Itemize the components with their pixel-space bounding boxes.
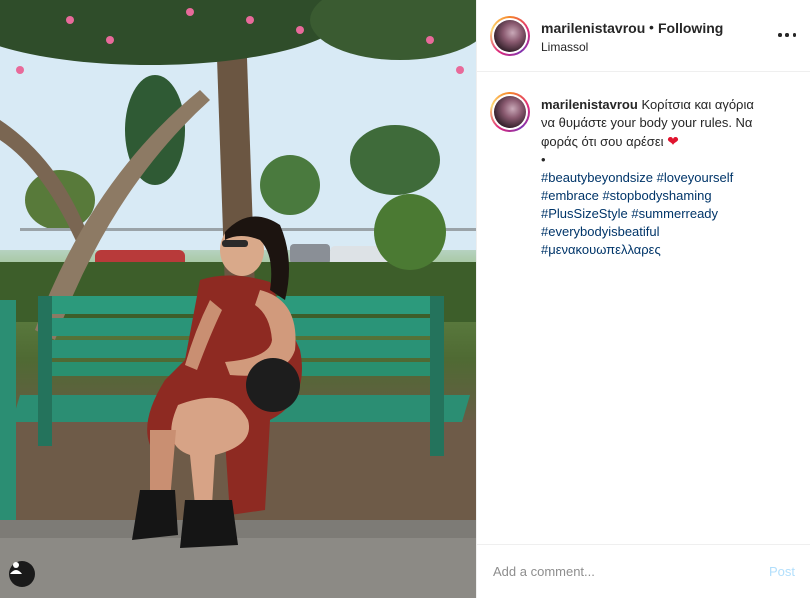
caption-text-3: φοράς ότι σου αρέσει (541, 134, 668, 149)
avatar-inner (492, 94, 528, 130)
person-glyph (10, 562, 22, 574)
hashtag-link[interactable]: #stopbodyshaming (602, 188, 711, 203)
hashtag-line: #beautybeyondsize #loveyourself (541, 169, 793, 187)
caption-text-1: Κορίτσια και αγόρια (637, 97, 754, 112)
hashtag-line: #embrace #stopbodyshaming (541, 187, 793, 205)
user-tag-icon[interactable] (9, 561, 35, 587)
more-options-icon[interactable] (778, 27, 796, 43)
hashtag-line: #everybodyisbeatiful (541, 223, 793, 241)
header-username[interactable]: marilenistavrou (541, 20, 645, 36)
more-dot (792, 33, 796, 37)
hashtag-link[interactable]: #summerready (631, 206, 718, 221)
avatar-inner (492, 18, 528, 54)
avatar-image (494, 20, 526, 52)
hashtag-line: #μενακουωπελλαρες (541, 241, 793, 259)
hashtag-link[interactable]: #embrace (541, 188, 599, 203)
caption-text-2: να θυμάστε your body your rules. Να (541, 115, 753, 130)
avatar[interactable] (490, 16, 530, 56)
post-caption: marilenistavrou Κορίτσια και αγόρια να θ… (541, 96, 793, 259)
caption-avatar[interactable] (490, 92, 530, 132)
location-link[interactable]: Limassol (541, 40, 588, 54)
caption-line-3: φοράς ότι σου αρέσει ❤ (541, 132, 793, 151)
separator-dot: • (649, 19, 654, 35)
post-details-panel: marilenistavrou • Following Limassol mar… (476, 0, 810, 598)
post-comment-button[interactable]: Post (769, 564, 795, 579)
caption-line-1: marilenistavrou Κορίτσια και αγόρια (541, 96, 793, 114)
hashtag-link[interactable]: #everybodyisbeatiful (541, 224, 660, 239)
post-header: marilenistavrou • Following Limassol (477, 0, 810, 72)
comments-section: marilenistavrou Κορίτσια και αγόρια να θ… (477, 72, 810, 544)
avatar-image (494, 96, 526, 128)
hashtag-link[interactable]: #PlusSizeStyle (541, 206, 628, 221)
hashtag-link[interactable]: #beautybeyondsize (541, 170, 653, 185)
more-dot (778, 33, 782, 37)
photo-illustration (0, 0, 476, 598)
hashtag-link[interactable]: #loveyourself (657, 170, 734, 185)
add-comment-bar: Post (477, 544, 810, 598)
hashtag-link[interactable]: #μενακουωπελλαρες (541, 242, 661, 257)
caption-bullet: • (541, 152, 546, 167)
more-dot (785, 33, 789, 37)
heart-icon: ❤ (667, 133, 679, 149)
hashtag-line: #PlusSizeStyle #summerready (541, 205, 793, 223)
comment-input[interactable] (493, 559, 733, 583)
following-button[interactable]: Following (658, 20, 723, 36)
post-photo[interactable] (0, 0, 476, 598)
caption-username[interactable]: marilenistavrou (541, 97, 638, 112)
